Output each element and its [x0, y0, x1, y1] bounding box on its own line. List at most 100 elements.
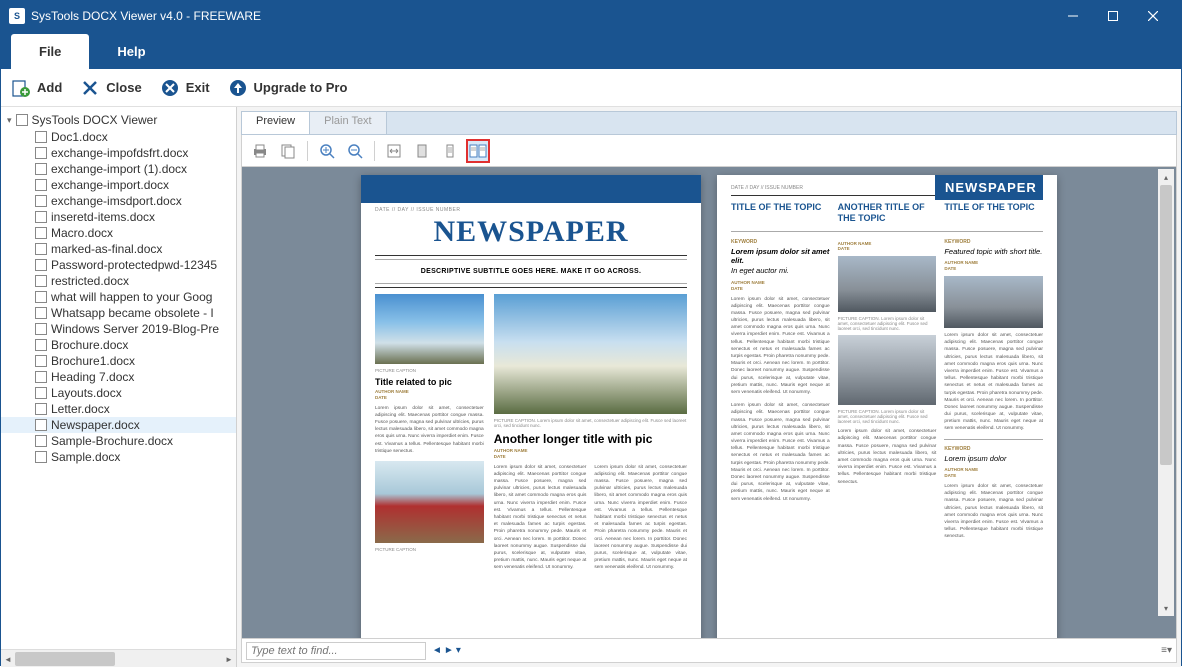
tree-checkbox[interactable]: [35, 371, 47, 383]
tree-item[interactable]: Doc1.docx: [1, 129, 236, 145]
root-checkbox[interactable]: [16, 114, 28, 126]
keyword-label: KEYWORD: [944, 446, 1043, 452]
close-button[interactable]: Close: [80, 78, 141, 98]
add-icon: [11, 78, 31, 98]
file-tree[interactable]: ▾ SysTools DOCX Viewer Doc1.docxexchange…: [1, 107, 236, 649]
scrollbar-thumb[interactable]: [1160, 185, 1172, 465]
tree-checkbox[interactable]: [35, 275, 47, 287]
tree-checkbox[interactable]: [35, 307, 47, 319]
tree-item[interactable]: inseretd-items.docx: [1, 209, 236, 225]
exit-button[interactable]: Exit: [160, 78, 210, 98]
upgrade-label: Upgrade to Pro: [254, 80, 348, 95]
tree-checkbox[interactable]: [35, 163, 47, 175]
tree-item[interactable]: Letter.docx: [1, 401, 236, 417]
zoom-out-button[interactable]: [343, 139, 367, 163]
tree-item-label: Macro.docx: [51, 226, 113, 240]
lead-text: In eget auctor mi.: [731, 266, 789, 275]
tree-item-label: exchange-import (1).docx: [51, 162, 187, 176]
tree-checkbox[interactable]: [35, 339, 47, 351]
zoom-in-button[interactable]: [315, 139, 339, 163]
fit-width-button[interactable]: [382, 139, 406, 163]
tree-checkbox[interactable]: [35, 435, 47, 447]
tab-preview[interactable]: Preview: [242, 112, 310, 134]
tree-item-label: Windows Server 2019-Blog-Pre: [51, 322, 219, 336]
tree-checkbox[interactable]: [35, 179, 47, 191]
tree-item[interactable]: exchange-imsdport.docx: [1, 193, 236, 209]
find-next-icon[interactable]: ►: [444, 645, 454, 656]
sidebar: ▾ SysTools DOCX Viewer Doc1.docxexchange…: [1, 107, 237, 667]
tree-checkbox[interactable]: [35, 451, 47, 463]
scrollbar-thumb[interactable]: [15, 652, 115, 666]
content-panel: Preview Plain Text DATE // DAY // ISSUE …: [237, 107, 1181, 667]
tree-item[interactable]: Whatsapp became obsolete - I: [1, 305, 236, 321]
tree-checkbox[interactable]: [35, 291, 47, 303]
tree-item-label: what will happen to your Goog: [51, 290, 212, 304]
tree-item[interactable]: Sample-Brochure.docx: [1, 433, 236, 449]
collapse-icon[interactable]: ▾: [7, 115, 12, 126]
single-page-button[interactable]: [438, 139, 462, 163]
tab-plain-text[interactable]: Plain Text: [310, 112, 387, 134]
find-prev-icon[interactable]: ◄: [432, 645, 442, 656]
masthead: NEWSPAPER: [361, 213, 701, 255]
tree-checkbox[interactable]: [35, 195, 47, 207]
scroll-left-icon[interactable]: ◄: [1, 650, 15, 668]
close-window-button[interactable]: [1133, 1, 1173, 31]
tree-checkbox[interactable]: [35, 243, 47, 255]
tree-checkbox[interactable]: [35, 211, 47, 223]
tree-item[interactable]: exchange-import.docx: [1, 177, 236, 193]
tree-item[interactable]: Heading 7.docx: [1, 369, 236, 385]
byline: AUTHOR NAMEDATE: [838, 241, 937, 253]
tree-checkbox[interactable]: [35, 323, 47, 335]
tree-item[interactable]: Brochure.docx: [1, 337, 236, 353]
tree-item[interactable]: marked-as-final.docx: [1, 241, 236, 257]
print-button[interactable]: [248, 139, 272, 163]
upgrade-button[interactable]: Upgrade to Pro: [228, 78, 348, 98]
tree-item[interactable]: what will happen to your Goog: [1, 289, 236, 305]
tree-item[interactable]: Newspaper.docx: [1, 417, 236, 433]
menu-help[interactable]: Help: [89, 34, 173, 69]
tree-checkbox[interactable]: [35, 355, 47, 367]
tree-item[interactable]: Macro.docx: [1, 225, 236, 241]
tree-item[interactable]: exchange-import (1).docx: [1, 161, 236, 177]
find-input[interactable]: [246, 642, 426, 660]
scroll-right-icon[interactable]: ►: [222, 650, 236, 668]
tree-checkbox[interactable]: [35, 403, 47, 415]
byline: AUTHOR NAMEDATE: [944, 260, 1043, 272]
section-title: ANOTHER TITLE OF THE TOPIC: [838, 202, 937, 224]
tree-checkbox[interactable]: [35, 147, 47, 159]
tree-item[interactable]: exchange-impofdsfrt.docx: [1, 145, 236, 161]
body-text: Lorem ipsum dolor sit amet, consectetuer…: [838, 428, 937, 486]
tree-root[interactable]: ▾ SysTools DOCX Viewer: [1, 111, 236, 129]
masthead-small: NEWSPAPER: [935, 175, 1043, 200]
fit-page-button[interactable]: [410, 139, 434, 163]
tree-item[interactable]: Layouts.docx: [1, 385, 236, 401]
sidebar-scrollbar[interactable]: ◄ ►: [1, 649, 236, 667]
tree-item[interactable]: Sample.docx: [1, 449, 236, 465]
menu-file[interactable]: File: [11, 34, 89, 69]
preview-area[interactable]: DATE // DAY // ISSUE NUMBER NEWSPAPER DE…: [241, 167, 1177, 639]
picture-caption: PICTURE CAPTION. Lorem ipsum dolor sit a…: [838, 316, 937, 331]
tree-checkbox[interactable]: [35, 131, 47, 143]
preview-scrollbar[interactable]: ▴ ▾: [1158, 169, 1174, 616]
copy-button[interactable]: [276, 139, 300, 163]
tree-item-label: Layouts.docx: [51, 386, 122, 400]
tree-item[interactable]: restricted.docx: [1, 273, 236, 289]
maximize-button[interactable]: [1093, 1, 1133, 31]
tree-checkbox[interactable]: [35, 419, 47, 431]
tree-item-label: Sample-Brochure.docx: [51, 434, 173, 448]
add-button[interactable]: Add: [11, 78, 62, 98]
find-options-icon[interactable]: ≡▾: [1161, 645, 1172, 656]
scroll-up-icon[interactable]: ▴: [1158, 169, 1174, 185]
tree-item-label: exchange-import.docx: [51, 178, 169, 192]
tree-checkbox[interactable]: [35, 227, 47, 239]
tree-item-label: Brochure.docx: [51, 338, 128, 352]
tree-item[interactable]: Password-protectedpwd-12345: [1, 257, 236, 273]
tree-item[interactable]: Windows Server 2019-Blog-Pre: [1, 321, 236, 337]
minimize-button[interactable]: [1053, 1, 1093, 31]
find-dropdown-icon[interactable]: ▾: [456, 645, 461, 656]
tree-checkbox[interactable]: [35, 259, 47, 271]
tree-checkbox[interactable]: [35, 387, 47, 399]
scroll-down-icon[interactable]: ▾: [1158, 600, 1174, 616]
two-page-button[interactable]: [466, 139, 490, 163]
tree-item[interactable]: Brochure1.docx: [1, 353, 236, 369]
